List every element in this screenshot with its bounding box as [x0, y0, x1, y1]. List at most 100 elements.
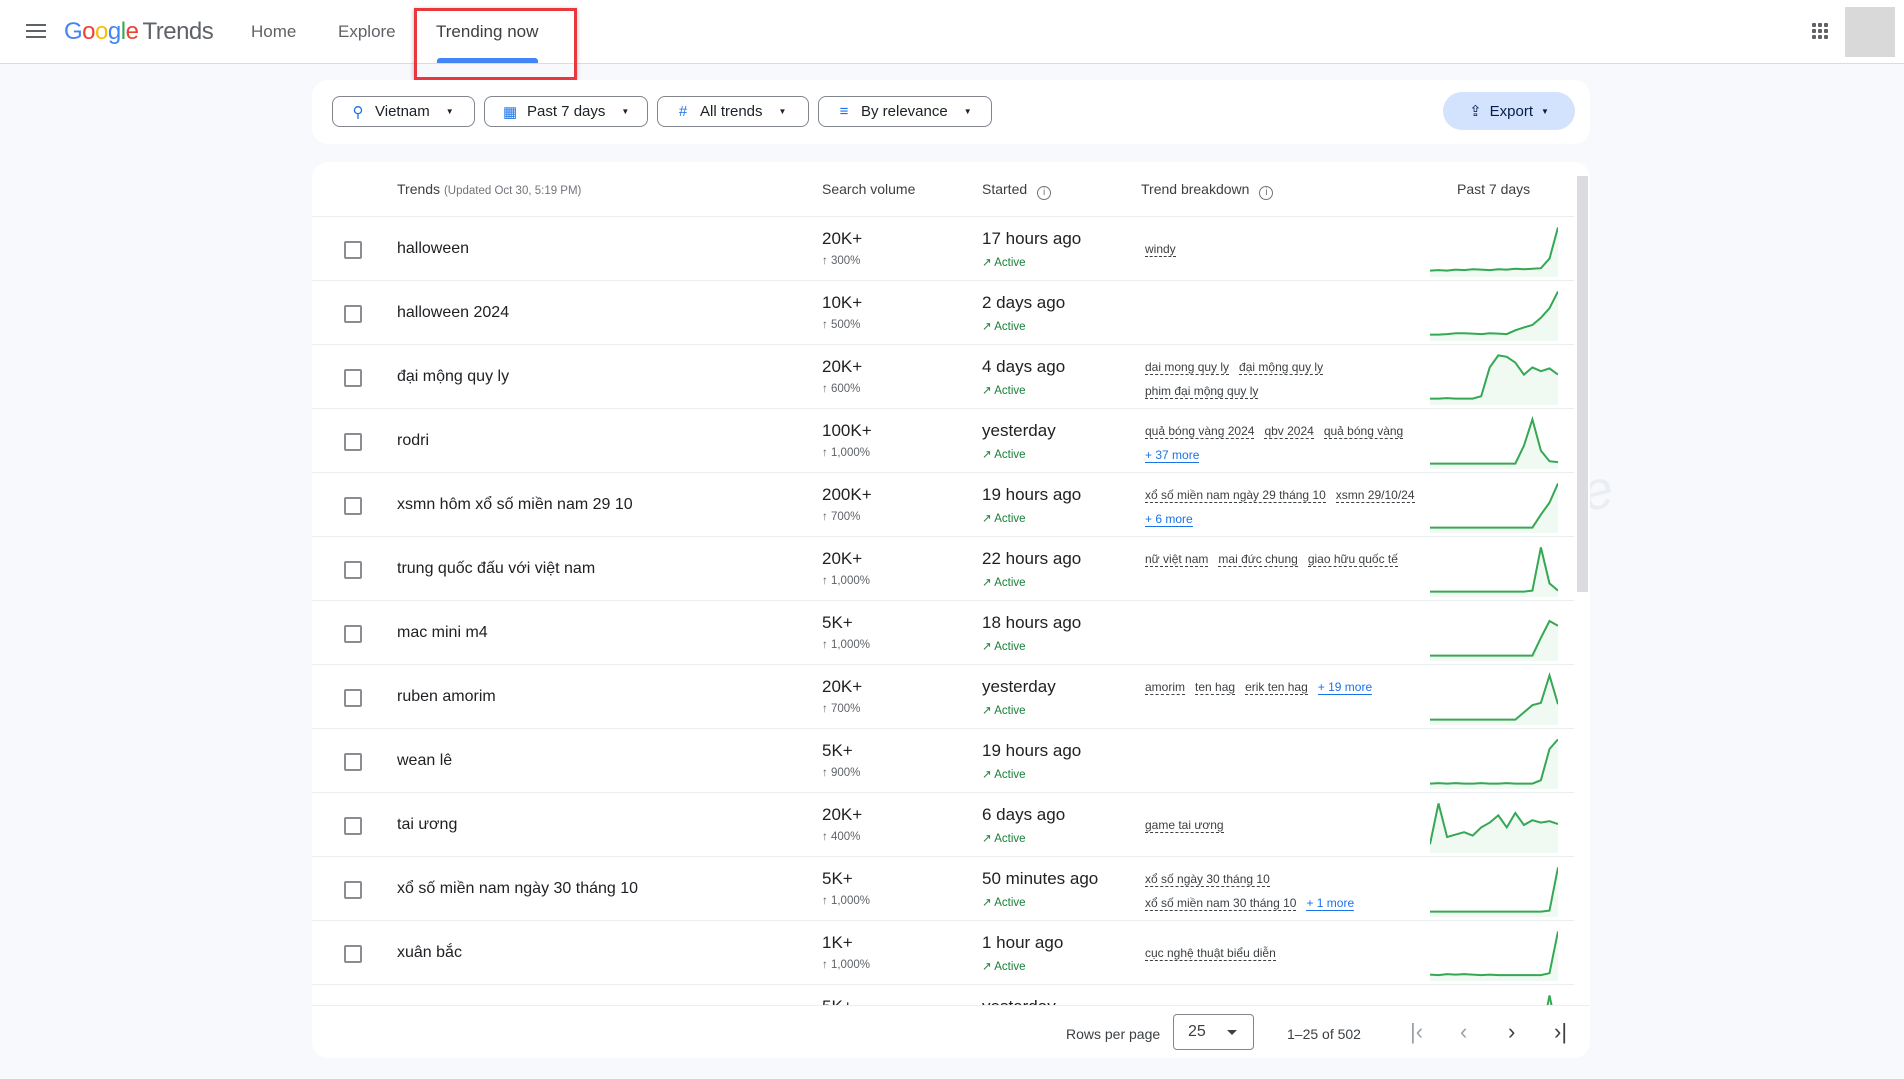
info-icon[interactable]: i	[1037, 186, 1052, 200]
row-checkbox[interactable]	[344, 689, 362, 707]
table-row[interactable]: xổ số miền nam ngày 30 tháng 10 5K+ ↑ 1,00…	[312, 857, 1574, 921]
previous-page-icon[interactable]: ‹	[1460, 1019, 1467, 1045]
breakdown-chip[interactable]: quả bóng vàng 2024	[1145, 424, 1255, 439]
more-link[interactable]: + 6 more	[1145, 512, 1193, 527]
nav-explore[interactable]: Explore	[338, 22, 396, 42]
table-row[interactable]: rodri 100K+ ↑ 1,000% yesterday ↗ Active quả b…	[312, 409, 1574, 473]
table-row[interactable]: halloween 2024 10K+ ↑ 500% 2 days ago ↗ Acti…	[312, 281, 1574, 345]
trend-term[interactable]: xsmn hôm xổ số miền nam 29 10	[397, 496, 633, 514]
nav-home[interactable]: Home	[251, 22, 296, 42]
sparkline-chart	[1430, 931, 1558, 981]
status-label: Active	[994, 641, 1026, 653]
row-checkbox[interactable]	[344, 817, 362, 835]
trends-logo-text: Trends	[142, 18, 214, 45]
last-page-icon[interactable]: ›|	[1554, 1019, 1567, 1045]
breakdown-chip[interactable]: amorim	[1145, 680, 1186, 695]
breakdown-chip[interactable]: windy	[1145, 242, 1176, 257]
volume-increase: ↑ 1,000%	[822, 959, 870, 971]
search-volume: 20K+	[822, 549, 863, 568]
sparkline-chart	[1430, 738, 1558, 789]
row-checkbox[interactable]	[344, 753, 362, 771]
more-link[interactable]: + 1 more	[1306, 896, 1355, 911]
table-row[interactable]: xuân bắc 1K+ ↑ 1,000% 1 hour ago ↗ Active cục…	[312, 921, 1574, 985]
trend-term[interactable]: halloween	[397, 240, 469, 258]
status-label: Active	[994, 321, 1026, 333]
sparkline-area	[1430, 867, 1558, 917]
avatar[interactable]	[1845, 7, 1895, 57]
breakdown-chip[interactable]: mai đức chung	[1218, 552, 1298, 567]
trend-term[interactable]: xổ số miền nam ngày 30 tháng 10	[397, 880, 638, 898]
row-checkbox[interactable]	[344, 625, 362, 643]
status-label: Active	[994, 385, 1026, 397]
apps-grid-icon[interactable]	[1812, 23, 1828, 39]
trend-term[interactable]: đại mộng quy ly	[397, 368, 509, 386]
row-checkbox[interactable]	[344, 433, 362, 451]
table-row[interactable]: mac mini m4 5K+ ↑ 1,000% 18 hours ago ↗ Acti…	[312, 601, 1574, 665]
header-trends[interactable]: Trends (Updated Oct 30, 5:19 PM)	[397, 181, 581, 197]
table-row[interactable]: halloween 20K+ ↑ 300% 17 hours ago ↗ Active w…	[312, 217, 1574, 281]
trend-term[interactable]: trung quốc đấu với việt nam	[397, 560, 595, 578]
table-row[interactable]: 5K+ yesterday	[312, 985, 1574, 1005]
breakdown-chip[interactable]: quả bóng vàng	[1323, 424, 1404, 439]
increase-percent: 400%	[830, 831, 861, 843]
volume-increase: ↑ 900%	[822, 767, 860, 779]
table-row[interactable]: tai ương 20K+ ↑ 400% 6 days ago ↗ Active game…	[312, 793, 1574, 857]
breakdown-chip[interactable]: erik ten hag	[1245, 680, 1308, 695]
row-checkbox[interactable]	[344, 305, 362, 323]
row-checkbox[interactable]	[344, 241, 362, 259]
row-checkbox[interactable]	[344, 881, 362, 899]
header-started[interactable]: Started i	[982, 181, 1052, 200]
category-filter[interactable]: # All trends ▼	[657, 96, 809, 127]
google-trends-logo[interactable]: Google Trends	[64, 18, 214, 46]
next-page-icon[interactable]: ›	[1508, 1019, 1515, 1045]
location-filter[interactable]: ⚲ Vietnam ▼	[332, 96, 475, 127]
row-checkbox[interactable]	[344, 369, 362, 387]
sort-filter[interactable]: ≡ By relevance ▼	[818, 96, 992, 127]
trend-term[interactable]: tai ương	[397, 816, 457, 834]
breakdown-chip[interactable]: xổ số miền nam 30 tháng 10	[1145, 896, 1297, 911]
rows-per-page-select[interactable]: 25	[1173, 1014, 1254, 1050]
trend-term[interactable]: rodri	[397, 432, 429, 450]
trend-term[interactable]: wean lê	[397, 752, 452, 770]
trend-term[interactable]: halloween 2024	[397, 304, 509, 322]
breakdown-chip[interactable]: xsmn 29/10/24	[1335, 488, 1415, 503]
scrollbar[interactable]	[1577, 176, 1588, 592]
row-checkbox[interactable]	[344, 561, 362, 579]
trend-term[interactable]: mac mini m4	[397, 624, 488, 642]
sparkline-area	[1547, 995, 1552, 1005]
page-range: 1–25 of 502	[1287, 1026, 1361, 1042]
table-row[interactable]: xsmn hôm xổ số miền nam 29 10 200K+ ↑ 700%…	[312, 473, 1574, 537]
row-checkbox[interactable]	[344, 945, 362, 963]
breakdown-chip[interactable]: xổ số ngày 30 tháng 10	[1145, 872, 1270, 887]
trend-term[interactable]: ruben amorim	[397, 688, 496, 706]
volume-increase: ↑ 400%	[822, 831, 860, 843]
breakdown-chip[interactable]: đại mộng quy ly	[1239, 360, 1324, 375]
export-label: Export	[1489, 102, 1533, 120]
trending-up-icon: ↗	[982, 513, 995, 525]
breakdown-chip[interactable]: qbv 2024	[1264, 424, 1314, 439]
more-link[interactable]: + 19 more	[1317, 680, 1373, 695]
breakdown-chip[interactable]: giao hữu quốc tế	[1307, 552, 1398, 567]
info-icon[interactable]: i	[1259, 186, 1274, 200]
table-row[interactable]: đại mộng quy ly 20K+ ↑ 600% 4 days ago ↗ Act…	[312, 345, 1574, 409]
row-checkbox[interactable]	[344, 497, 362, 515]
breakdown-chip[interactable]: cục nghệ thuật biểu diễn	[1145, 946, 1276, 961]
breakdown-chip[interactable]: phim đại mộng quy ly	[1145, 384, 1259, 399]
breakdown-chip[interactable]: ten hag	[1195, 680, 1236, 695]
table-row[interactable]: ruben amorim 20K+ ↑ 700% yesterday ↗ Active a…	[312, 665, 1574, 729]
breakdown-chip[interactable]: game tai ương	[1145, 818, 1224, 833]
more-link[interactable]: + 37 more	[1145, 448, 1200, 463]
breakdown-chip[interactable]: dai mong quy ly	[1145, 360, 1230, 375]
table-row[interactable]: trung quốc đấu với việt nam 20K+ ↑ 1,000% 2…	[312, 537, 1574, 601]
menu-icon[interactable]	[26, 22, 46, 40]
time-filter[interactable]: ▦ Past 7 days ▼	[484, 96, 648, 127]
first-page-icon[interactable]: |‹	[1410, 1019, 1423, 1045]
breakdown-chip[interactable]: xổ số miền nam ngày 29 tháng 10	[1145, 488, 1326, 503]
export-button[interactable]: ⇪ Export ▼	[1443, 92, 1575, 130]
breakdown-chip[interactable]: nữ việt nam	[1145, 552, 1209, 567]
trend-term[interactable]: xuân bắc	[397, 944, 462, 962]
table-row[interactable]: wean lê 5K+ ↑ 900% 19 hours ago ↗ Active	[312, 729, 1574, 793]
header-search-volume[interactable]: Search volume	[822, 181, 915, 197]
started-time: 50 minutes ago	[982, 869, 1099, 888]
trending-up-icon: ↗	[982, 833, 995, 845]
